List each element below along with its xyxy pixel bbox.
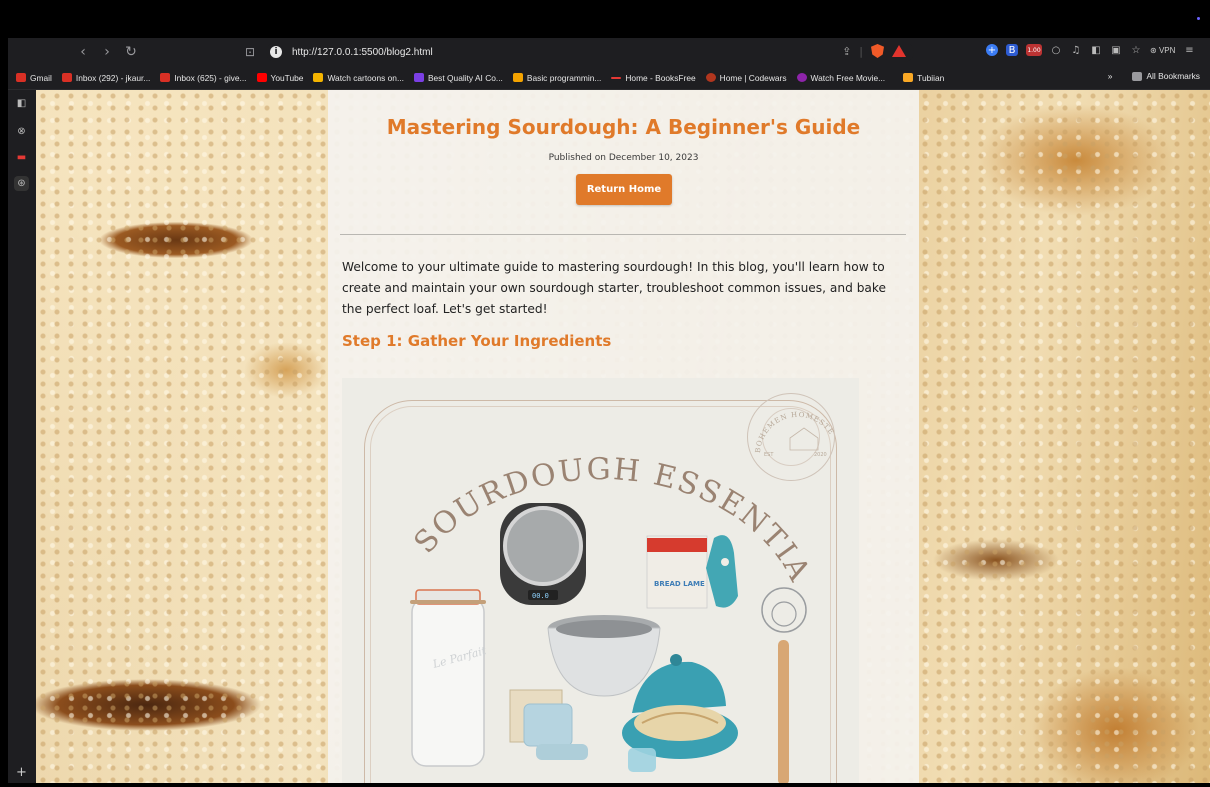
page-background: Mastering Sourdough: A Beginner's Guide … (36, 90, 1210, 783)
bookmark-item[interactable]: Inbox (625) - give... (160, 72, 247, 83)
bench-scraper-icon (509, 689, 588, 760)
address-bar[interactable]: i http://127.0.0.1:5500/blog2.html ⇪ | (266, 42, 914, 62)
share-icon[interactable]: ⇪ (842, 45, 851, 58)
all-bookmarks-button[interactable]: All Bookmarks (1132, 71, 1200, 81)
badge-count: 1.00 (1027, 46, 1041, 54)
codewars-icon (705, 73, 716, 82)
sync-icon[interactable]: ○ (1050, 44, 1062, 56)
intro-paragraph: Welcome to your ultimate guide to master… (342, 260, 887, 316)
window-frame-left (0, 38, 8, 787)
essentials-illustration: SOURDOUGH ESSENTIALS BOHEMEN HOMESTEAD E… (342, 378, 836, 783)
bookmark-item[interactable]: Watch Free Movie... (796, 72, 886, 83)
window-frame-bottom (0, 783, 1210, 787)
os-top-bar (0, 0, 1210, 38)
tab-icon[interactable]: ▣ (1110, 44, 1122, 56)
kitchen-scale-icon: 00.0 (500, 503, 586, 605)
divider (340, 234, 906, 235)
bookmark-label: Tubiian (917, 72, 945, 83)
extension-plus-icon[interactable]: + (986, 44, 998, 56)
music-icon[interactable]: ♫ (1070, 44, 1082, 56)
bookmark-label: Inbox (625) - give... (174, 72, 247, 83)
bookmark-item[interactable]: Tubiian (903, 73, 944, 83)
bookmark-item[interactable]: Gmail (16, 73, 52, 83)
bookmark-label: Best Quality AI Co... (427, 72, 503, 83)
bookmark-item[interactable]: Home - BooksFree (611, 72, 696, 83)
books-icon (611, 76, 622, 79)
more-bookmarks-button[interactable]: » (1108, 71, 1113, 81)
extension-b-icon[interactable]: B (1006, 44, 1018, 56)
menu-icon[interactable]: ≡ (1183, 44, 1195, 56)
all-bookmarks-label: All Bookmarks (1146, 71, 1200, 81)
tubiian-icon (903, 73, 914, 82)
dough-whisk-icon (761, 587, 807, 783)
youtube-side-icon[interactable]: ▬ (14, 150, 29, 165)
site-info-icon[interactable]: i (270, 46, 282, 58)
bookmarks-bar: Gmail Inbox (292) - jkaur... Inbox (625)… (8, 66, 1210, 90)
published-date: Published on December 10, 2023 (548, 153, 699, 163)
blog-title: Mastering Sourdough: A Beginner's Guide (386, 115, 861, 139)
mason-jar-icon: Le Parfait (410, 589, 488, 767)
return-home-button[interactable]: Return Home (576, 174, 672, 205)
bookmark-item[interactable]: Basic programmin... (512, 72, 602, 83)
chatgpt-icon[interactable]: ⊛ (14, 176, 29, 191)
url-text[interactable]: http://127.0.0.1:5500/blog2.html (292, 47, 433, 58)
extensions-area: + B 1.00 ○ ♫ ◧ ▣ ☆ ⊛ VPN ≡ (986, 44, 1195, 56)
stamp-year-left: EST (764, 452, 774, 458)
sidebar-toggle-icon[interactable]: ◧ (14, 96, 29, 111)
bookmark-item[interactable]: Watch cartoons on... (313, 73, 404, 83)
stamp-year-right: 2020 (814, 452, 827, 458)
side-panel: ◧ ⊗ ▬ ⊛ + (8, 90, 36, 783)
separator: | (859, 44, 863, 58)
movie-icon (796, 73, 807, 82)
bookmark-label: Watch cartoons on... (327, 72, 404, 83)
address-bar-actions: ⇪ | (842, 44, 906, 58)
bookmark-label: Gmail (30, 72, 52, 83)
bookmarks-right: » All Bookmarks (1108, 71, 1200, 81)
programming-icon (512, 73, 523, 82)
gmail-icon (61, 73, 72, 82)
scale-display: 00.0 (532, 592, 549, 600)
bookmark-label: Home - BooksFree (625, 72, 696, 83)
gmail-icon (16, 73, 26, 82)
bookmark-label: Watch Free Movie... (810, 72, 886, 83)
reload-icon[interactable]: ↻ (121, 42, 141, 62)
house-icon (789, 427, 819, 451)
bookmark-label: Inbox (292) - jkaur... (75, 72, 151, 83)
blog-card: Mastering Sourdough: A Beginner's Guide … (328, 90, 919, 783)
ai-icon (413, 73, 424, 82)
bookmark-label: Home | Codewars (719, 72, 787, 83)
browser-toolbar: ‹ › ↻ ⊡ i http://127.0.0.1:5500/blog2.ht… (8, 38, 1210, 66)
bookmark-item[interactable]: Inbox (292) - jkaur... (61, 72, 151, 83)
brave-shields-icon[interactable] (871, 44, 884, 58)
add-panel-icon[interactable]: + (16, 765, 27, 780)
cartoon-icon (313, 73, 324, 82)
bookmark-item[interactable]: YouTube (256, 72, 304, 83)
folder-icon (1132, 71, 1143, 81)
bookmark-page-icon[interactable]: ⊡ (240, 42, 260, 62)
youtube-icon (256, 73, 267, 82)
sourdough-essentials-image: SOURDOUGH ESSENTIALS BOHEMEN HOMESTEAD E… (342, 378, 859, 783)
status-dot (1197, 17, 1200, 20)
bookmark-item[interactable]: Best Quality AI Co... (413, 72, 503, 83)
sidebar-icon[interactable]: ◧ (1090, 44, 1102, 56)
step1-heading: Step 1: Gather Your Ingredients (342, 332, 612, 350)
forward-icon[interactable]: › (97, 42, 117, 62)
brave-talk-icon[interactable]: ⊗ (14, 124, 29, 139)
nav-buttons: ‹ › ↻ (73, 42, 141, 62)
vpn-button[interactable]: ⊛ VPN (1150, 46, 1175, 55)
stamp-text: BOHEMEN HOMESTEAD (342, 378, 836, 453)
brave-rewards-icon[interactable] (892, 45, 906, 57)
vpn-label: VPN (1158, 45, 1176, 55)
star-icon[interactable]: ☆ (1130, 44, 1142, 56)
back-icon[interactable]: ‹ (73, 42, 93, 62)
gmail-icon (160, 73, 171, 82)
bookmark-item[interactable]: Home | Codewars (705, 72, 787, 83)
bookmark-label: Basic programmin... (526, 72, 602, 83)
extension-badge-icon[interactable]: 1.00 (1026, 44, 1042, 56)
lame-label: BREAD LAME (654, 580, 705, 588)
bread-lame-icon: BREAD LAME (646, 535, 738, 609)
bookmark-label: YouTube (270, 72, 304, 83)
